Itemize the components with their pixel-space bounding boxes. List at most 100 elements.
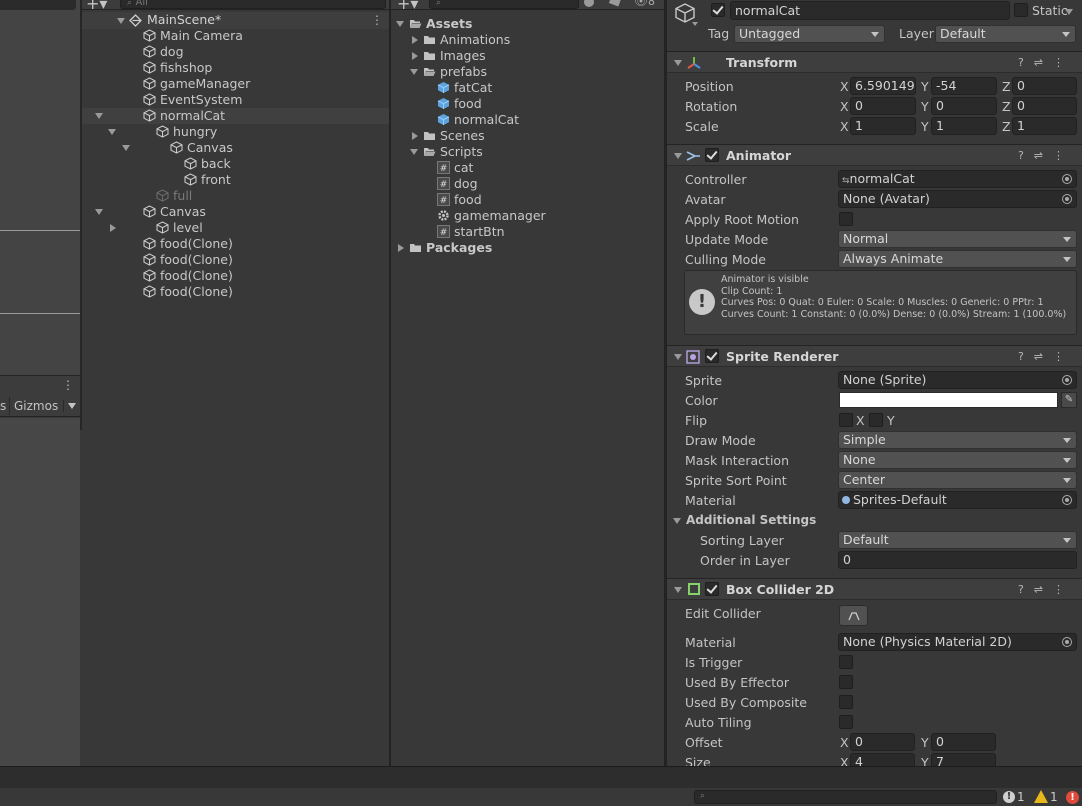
edit-collider-button[interactable] — [839, 605, 868, 626]
scale-z[interactable]: 1 — [1012, 117, 1077, 135]
transform-header[interactable]: Transform ?⇌⋮ — [667, 51, 1082, 73]
scene-row[interactable]: MainScene* ⋮ — [82, 12, 389, 29]
project-item[interactable]: Packages — [391, 240, 664, 256]
static-checkbox[interactable] — [1014, 3, 1028, 17]
project-item[interactable]: Scenes — [391, 128, 664, 144]
animator-enabled-checkbox[interactable] — [705, 148, 719, 162]
position-z[interactable]: 0 — [1012, 77, 1077, 95]
expand-arrow-icon[interactable] — [122, 145, 130, 151]
hierarchy-item[interactable]: food(Clone) — [82, 252, 389, 268]
hierarchy-item[interactable]: hungry — [82, 124, 389, 140]
culling-mode-dropdown[interactable]: Always Animate — [838, 250, 1077, 268]
hierarchy-item[interactable]: Canvas — [82, 140, 389, 156]
project-item[interactable]: Scripts — [391, 144, 664, 160]
hierarchy-item[interactable]: Main Camera — [82, 28, 389, 44]
size-y[interactable]: 7 — [931, 753, 996, 766]
project-item[interactable]: fatCat — [391, 80, 664, 96]
expand-arrow-icon[interactable] — [410, 149, 418, 155]
object-name-field[interactable]: normalCat — [730, 1, 1010, 20]
expand-arrow-icon[interactable] — [108, 129, 116, 135]
hierarchy-item[interactable]: dog — [82, 44, 389, 60]
object-picker-icon[interactable] — [1062, 375, 1072, 385]
collapsed-arrow-icon[interactable] — [110, 224, 116, 232]
foldout-arrow-icon[interactable] — [674, 354, 682, 360]
hierarchy-item[interactable]: Canvas — [82, 204, 389, 220]
rotation-x[interactable]: 0 — [850, 97, 916, 115]
component-header-icons[interactable]: ?⇌⋮ — [1018, 583, 1074, 596]
collapsed-arrow-icon[interactable] — [412, 36, 418, 44]
expand-arrow-icon[interactable] — [95, 209, 103, 215]
mask-interaction-dropdown[interactable]: None — [838, 451, 1077, 469]
foldout-arrow-icon[interactable] — [674, 587, 682, 593]
collapsed-arrow-icon[interactable] — [412, 52, 418, 60]
hierarchy-item[interactable]: full — [82, 188, 389, 204]
sorting-layer-dropdown[interactable]: Default — [838, 531, 1077, 549]
project-item[interactable]: gamemanager — [391, 208, 664, 224]
tag-dropdown[interactable]: Untagged — [734, 25, 885, 43]
object-picker-icon[interactable] — [1062, 174, 1072, 184]
eyedropper-icon[interactable]: ✎ — [1061, 392, 1077, 408]
expand-arrow-icon[interactable] — [396, 21, 404, 27]
scale-x[interactable]: 1 — [850, 117, 916, 135]
hidden-packages-icon[interactable]: 👁8 — [634, 0, 655, 8]
project-item[interactable]: # startBtn — [391, 224, 664, 240]
object-picker-icon[interactable] — [1062, 194, 1072, 204]
hierarchy-item[interactable]: back — [82, 156, 389, 172]
component-header-icons[interactable]: ?⇌⋮ — [1018, 350, 1074, 363]
component-header-icons[interactable]: ?⇌⋮ — [1018, 149, 1074, 162]
hierarchy-item[interactable]: fishshop — [82, 60, 389, 76]
status-search[interactable]: ⌕ — [694, 790, 997, 804]
offset-y[interactable]: 0 — [931, 733, 996, 751]
sprite-field[interactable]: None (Sprite) — [838, 371, 1077, 389]
foldout-arrow-icon[interactable] — [674, 60, 682, 66]
rotation-z[interactable]: 0 — [1012, 97, 1077, 115]
expand-arrow-icon[interactable] — [410, 69, 418, 75]
hierarchy-item[interactable]: food(Clone) — [82, 284, 389, 300]
icon-dropdown-arrow[interactable] — [692, 22, 698, 26]
object-picker-icon[interactable] — [1062, 637, 1072, 647]
stats-toggle[interactable]: s — [0, 399, 6, 413]
rotation-y[interactable]: 0 — [931, 97, 997, 115]
used-by-effector-checkbox[interactable] — [839, 675, 853, 689]
controller-field[interactable]: ⇆normalCat — [838, 170, 1077, 188]
hierarchy-item[interactable]: gameManager — [82, 76, 389, 92]
project-item[interactable]: # dog — [391, 176, 664, 192]
collapsed-arrow-icon[interactable] — [412, 132, 418, 140]
draw-mode-dropdown[interactable]: Simple — [838, 431, 1077, 449]
update-mode-dropdown[interactable]: Normal — [838, 230, 1077, 248]
additional-settings-foldout-icon[interactable] — [673, 518, 681, 524]
hierarchy-item[interactable]: front — [82, 172, 389, 188]
expand-arrow-icon[interactable] — [95, 113, 103, 119]
position-x[interactable]: 6.590149 — [850, 77, 916, 95]
hierarchy-item[interactable]: normalCat — [82, 108, 389, 124]
hierarchy-item[interactable]: food(Clone) — [82, 268, 389, 284]
hierarchy-item[interactable]: food(Clone) — [82, 236, 389, 252]
project-item[interactable]: normalCat — [391, 112, 664, 128]
sprite-renderer-enabled-checkbox[interactable] — [705, 349, 719, 363]
scene-view[interactable] — [0, 0, 80, 375]
object-picker-icon[interactable] — [1062, 495, 1072, 505]
project-item[interactable]: prefabs — [391, 64, 664, 80]
project-item[interactable]: # food — [391, 192, 664, 208]
is-trigger-checkbox[interactable] — [839, 655, 853, 669]
hierarchy-item[interactable]: EventSystem — [82, 92, 389, 108]
color-swatch[interactable] — [839, 392, 1058, 408]
error-icon[interactable]: ! — [1066, 791, 1079, 804]
scene-toolbar-search[interactable] — [0, 0, 76, 10]
flip-y-checkbox[interactable] — [869, 413, 883, 427]
layer-dropdown[interactable]: Default — [935, 25, 1076, 43]
flip-x-checkbox[interactable] — [839, 413, 853, 427]
apply-root-motion-checkbox[interactable] — [839, 212, 853, 226]
box-collider-enabled-checkbox[interactable] — [705, 582, 719, 596]
avatar-field[interactable]: None (Avatar) — [838, 190, 1077, 208]
offset-x[interactable]: 0 — [850, 733, 915, 751]
scale-y[interactable]: 1 — [931, 117, 997, 135]
create-asset-button[interactable]: +▾ — [397, 0, 418, 13]
static-dropdown-arrow[interactable] — [1065, 9, 1073, 15]
material-field[interactable]: Sprites-Default — [838, 491, 1077, 509]
project-item[interactable]: food — [391, 96, 664, 112]
gizmos-button[interactable]: Gizmos — [14, 399, 58, 413]
used-by-composite-checkbox[interactable] — [839, 695, 853, 709]
additional-settings-label[interactable]: Additional Settings — [686, 513, 816, 527]
gizmos-dropdown-arrow[interactable] — [63, 400, 79, 412]
